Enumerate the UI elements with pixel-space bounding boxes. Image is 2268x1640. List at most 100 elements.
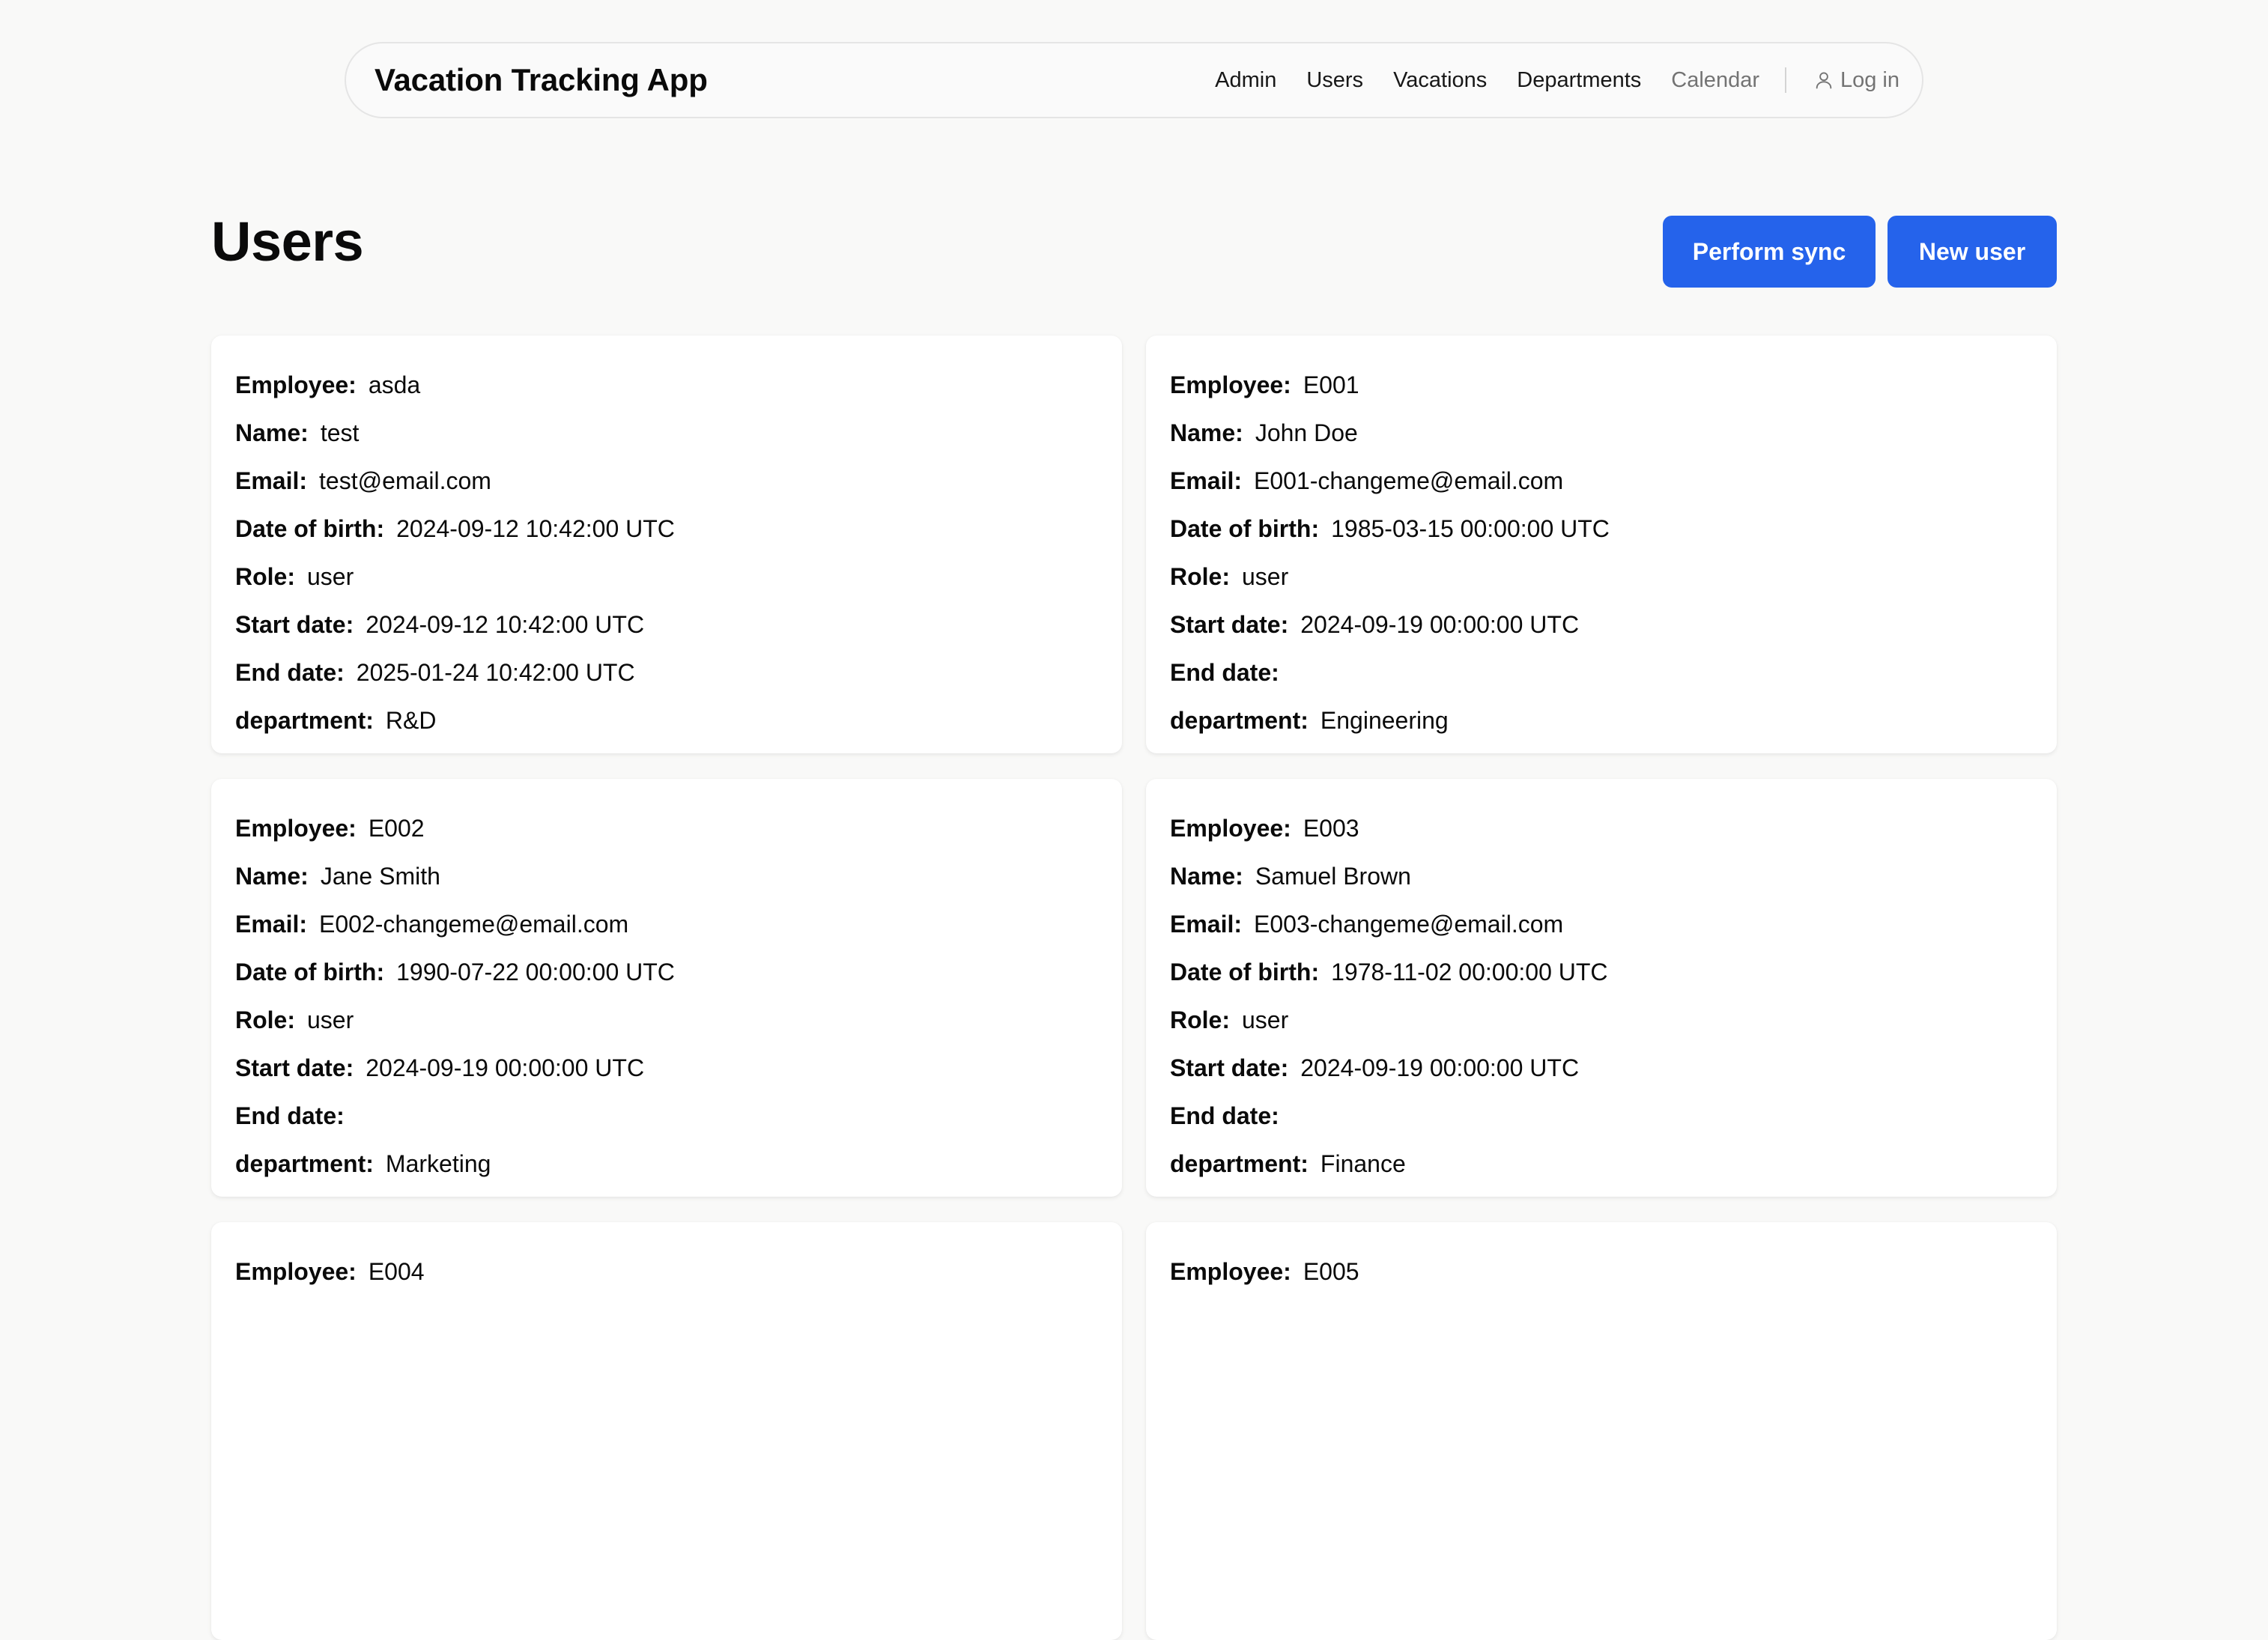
nav-link-calendar[interactable]: Calendar	[1671, 68, 1759, 93]
user-field-end: End date:	[235, 1092, 1098, 1140]
field-label-end: End date:	[235, 1102, 345, 1129]
field-label-start: Start date:	[235, 1054, 354, 1081]
user-field-employee: Employee: E002	[235, 804, 1098, 852]
user-field-end: End date: 2025-01-24 10:42:00 UTC	[235, 649, 1098, 696]
field-value-employee: asda	[368, 371, 421, 398]
field-label-employee: Employee:	[235, 371, 357, 398]
field-label-email: Email:	[1170, 911, 1243, 938]
field-label-start: Start date:	[1170, 1054, 1289, 1081]
user-field-department: department: R&D	[235, 696, 1098, 744]
field-label-role: Role:	[1170, 563, 1230, 590]
field-value-name: test	[320, 419, 360, 446]
field-label-dob: Date of birth:	[235, 959, 385, 985]
field-value-start: 2024-09-19 00:00:00 UTC	[1300, 611, 1580, 638]
user-field-email: Email: E001-changeme@email.com	[1170, 457, 2033, 505]
user-field-email: Email: E002-changeme@email.com	[235, 900, 1098, 948]
user-card[interactable]: Employee: E001 Name: John Doe Email: E001-cha…	[1146, 335, 2057, 753]
user-field-employee: Employee: E001	[1170, 361, 2033, 409]
field-label-start: Start date:	[235, 611, 354, 638]
user-field-employee: Employee: E005	[1170, 1248, 2033, 1296]
field-value-end: 2025-01-24 10:42:00 UTC	[356, 659, 635, 686]
top-navbar: Vacation Tracking App Admin Users Vacati…	[345, 42, 1923, 118]
field-value-employee: E003	[1303, 815, 1359, 842]
user-field-role: Role: user	[235, 553, 1098, 601]
user-field-dob: Date of birth: 2024-09-12 10:42:00 UTC	[235, 505, 1098, 553]
user-field-employee: Employee: E004	[235, 1248, 1098, 1296]
field-value-name: Samuel Brown	[1255, 863, 1411, 890]
field-label-department: department:	[235, 707, 374, 734]
field-value-dob: 1978-11-02 00:00:00 UTC	[1331, 959, 1608, 985]
field-label-name: Name:	[1170, 863, 1243, 890]
field-label-dob: Date of birth:	[235, 515, 385, 542]
user-field-department: department: Finance	[1170, 1140, 2033, 1188]
field-label-employee: Employee:	[1170, 1258, 1291, 1285]
field-label-employee: Employee:	[235, 1258, 357, 1285]
field-value-email: E001-changeme@email.com	[1254, 467, 1564, 494]
user-field-name: Name: Jane Smith	[235, 852, 1098, 900]
new-user-button[interactable]: New user	[1888, 216, 2057, 288]
field-value-name: Jane Smith	[320, 863, 440, 890]
user-field-name: Name: John Doe	[1170, 409, 2033, 457]
field-value-email: E003-changeme@email.com	[1254, 911, 1564, 938]
field-label-name: Name:	[235, 863, 309, 890]
field-label-name: Name:	[1170, 419, 1243, 446]
field-label-employee: Employee:	[235, 815, 357, 842]
perform-sync-button[interactable]: Perform sync	[1663, 216, 1876, 288]
user-field-start: Start date: 2024-09-19 00:00:00 UTC	[1170, 1044, 2033, 1092]
field-value-role: user	[1242, 563, 1289, 590]
user-field-department: department: Marketing	[235, 1140, 1098, 1188]
field-value-start: 2024-09-19 00:00:00 UTC	[1300, 1054, 1580, 1081]
user-field-start: Start date: 2024-09-19 00:00:00 UTC	[235, 1044, 1098, 1092]
user-card[interactable]: Employee: E002 Name: Jane Smith Email: E002-c…	[211, 779, 1122, 1197]
field-value-dob: 2024-09-12 10:42:00 UTC	[396, 515, 675, 542]
field-label-email: Email:	[235, 467, 308, 494]
app-brand[interactable]: Vacation Tracking App	[375, 62, 708, 98]
field-value-employee: E001	[1303, 371, 1359, 398]
user-card-grid: Employee: asda Name: test Email: test@email.c…	[211, 335, 2057, 1640]
user-field-end: End date:	[1170, 1092, 2033, 1140]
user-field-role: Role: user	[235, 996, 1098, 1044]
user-field-name: Name: test	[235, 409, 1098, 457]
field-label-email: Email:	[235, 911, 308, 938]
field-value-start: 2024-09-12 10:42:00 UTC	[366, 611, 645, 638]
nav-divider	[1784, 67, 1786, 93]
field-value-department: R&D	[385, 707, 437, 734]
user-field-dob: Date of birth: 1978-11-02 00:00:00 UTC	[1170, 948, 2033, 996]
user-field-start: Start date: 2024-09-19 00:00:00 UTC	[1170, 601, 2033, 649]
field-label-end: End date:	[1170, 1102, 1279, 1129]
field-label-start: Start date:	[1170, 611, 1289, 638]
login-link[interactable]: Log in	[1813, 68, 1899, 93]
field-value-dob: 1985-03-15 00:00:00 UTC	[1331, 515, 1610, 542]
field-value-employee: E002	[368, 815, 425, 842]
nav-link-admin[interactable]: Admin	[1215, 68, 1276, 93]
field-label-employee: Employee:	[1170, 371, 1291, 398]
login-label: Log in	[1840, 67, 1899, 92]
user-field-role: Role: user	[1170, 996, 2033, 1044]
field-value-employee: E005	[1303, 1258, 1359, 1285]
field-value-department: Engineering	[1320, 707, 1449, 734]
user-card[interactable]: Employee: asda Name: test Email: test@email.c…	[211, 335, 1122, 753]
user-card[interactable]: Employee: E005	[1146, 1222, 2057, 1640]
field-label-role: Role:	[235, 563, 295, 590]
user-field-dob: Date of birth: 1990-07-22 00:00:00 UTC	[235, 948, 1098, 996]
field-label-name: Name:	[235, 419, 309, 446]
user-card[interactable]: Employee: E003 Name: Samuel Brown Email: E003…	[1146, 779, 2057, 1197]
user-field-name: Name: Samuel Brown	[1170, 852, 2033, 900]
nav-link-users[interactable]: Users	[1306, 68, 1363, 93]
field-label-dob: Date of birth:	[1170, 515, 1320, 542]
field-value-name: John Doe	[1255, 419, 1358, 446]
field-label-department: department:	[235, 1150, 374, 1177]
field-value-start: 2024-09-19 00:00:00 UTC	[366, 1054, 645, 1081]
user-field-role: Role: user	[1170, 553, 2033, 601]
field-label-dob: Date of birth:	[1170, 959, 1320, 985]
page-actions: Perform sync New user	[1663, 216, 2057, 288]
field-value-department: Marketing	[385, 1150, 491, 1177]
field-label-role: Role:	[1170, 1006, 1230, 1033]
user-field-employee: Employee: E003	[1170, 804, 2033, 852]
field-value-role: user	[307, 1006, 354, 1033]
nav-link-vacations[interactable]: Vacations	[1393, 68, 1487, 93]
user-field-email: Email: test@email.com	[235, 457, 1098, 505]
user-card[interactable]: Employee: E004	[211, 1222, 1122, 1640]
nav-link-departments[interactable]: Departments	[1517, 68, 1641, 93]
field-value-role: user	[1242, 1006, 1289, 1033]
